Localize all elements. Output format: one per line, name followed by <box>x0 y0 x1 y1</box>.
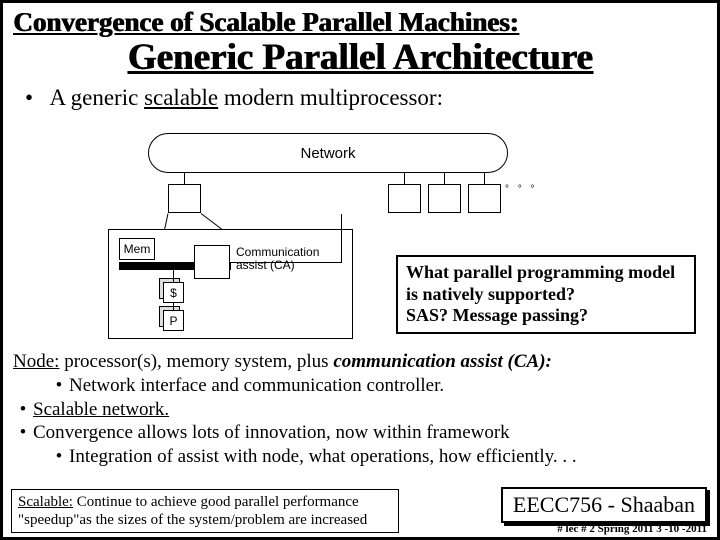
bullet-2: Scalable network. <box>33 398 169 422</box>
ellipsis-icon: ° ° ° <box>505 184 538 195</box>
top-suffix: modern multiprocessor: <box>218 85 443 110</box>
title-small: Convergence of Scalable Parallel Machine… <box>3 3 717 38</box>
title-large: Generic Parallel Architecture <box>3 36 717 79</box>
bullet-dot: • <box>49 374 69 398</box>
connector-line <box>341 214 342 262</box>
course-badge: EECC756 - Shaaban <box>501 487 707 523</box>
cache-box: $ <box>163 282 184 303</box>
node-em: communication assist (CA): <box>333 351 552 372</box>
memory-box: Mem <box>119 238 155 260</box>
memory-label: Mem <box>124 242 151 256</box>
bullet-dot: • <box>13 421 33 445</box>
ca-label-2: assist (CA) <box>236 258 295 272</box>
q-line2: is natively supported? <box>406 284 575 304</box>
node-lead: Node: <box>13 351 59 372</box>
q-line1: What parallel programming model <box>406 262 675 282</box>
node-box <box>468 184 501 213</box>
node-stem <box>444 173 445 184</box>
bullet-dot: • <box>13 398 33 422</box>
network-label: Network <box>300 145 355 162</box>
lower-bullets: Node: processor(s), memory system, plus … <box>13 350 707 469</box>
network-oval: Network <box>148 133 508 173</box>
node-box <box>428 184 461 213</box>
bullet-dot: • <box>49 445 69 469</box>
cache-label: $ <box>170 286 177 300</box>
slide: Convergence of Scalable Parallel Machine… <box>0 0 720 540</box>
footer-meta: # lec # 2 Spring 2011 3 -10 -2011 <box>557 523 707 535</box>
node-stem <box>484 173 485 184</box>
node-detail-box: Mem Communication assist (CA) $ P <box>108 229 353 339</box>
q-line3: SAS? Message passing? <box>406 305 588 325</box>
bullet-dot: • <box>25 85 33 110</box>
processor-box: P <box>163 310 184 331</box>
bullet-3: Convergence allows lots of innovation, n… <box>33 421 510 445</box>
node-rest: processor(s), memory system, plus <box>59 351 333 372</box>
node-box <box>168 184 201 213</box>
top-bullet: • A generic scalable modern multiprocess… <box>3 85 717 111</box>
connector-line <box>230 262 342 263</box>
connector-line <box>173 303 174 310</box>
course-text: EECC756 - Shaaban <box>513 492 695 517</box>
scalable-callout: Scalable: Continue to achieve good paral… <box>11 489 399 533</box>
scalable-lead: Scalable: <box>18 494 73 510</box>
top-scalable: scalable <box>144 85 218 110</box>
node-box <box>388 184 421 213</box>
node-stem <box>404 173 405 184</box>
question-callout: What parallel programming model is nativ… <box>396 255 696 334</box>
ca-box <box>194 245 230 279</box>
ca-label-1: Communication <box>236 245 319 259</box>
processor-label: P <box>169 314 177 328</box>
sub-bullet-3: Integration of assist with node, what op… <box>69 445 577 469</box>
connector-line <box>173 270 174 282</box>
ca-label: Communication assist (CA) <box>236 246 319 272</box>
sub-bullet-1: Network interface and communication cont… <box>69 374 444 398</box>
node-stem <box>184 173 185 184</box>
top-prefix: A generic <box>50 85 145 110</box>
